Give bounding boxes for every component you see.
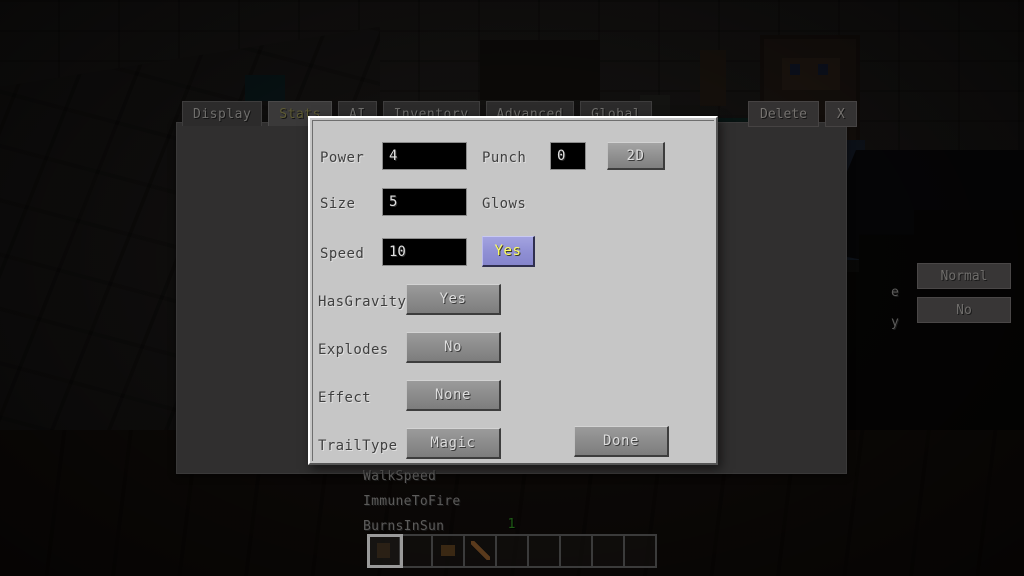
window-actions[interactable]: Delete X: [748, 101, 857, 127]
hotbar-slot[interactable]: [561, 536, 593, 566]
panel-right-column: e y Normal No: [891, 263, 1015, 331]
partial-label-y: y: [891, 315, 899, 330]
delete-button[interactable]: Delete: [748, 101, 819, 127]
hasgravity-toggle-button[interactable]: Yes: [406, 284, 501, 315]
done-button[interactable]: Done: [574, 426, 669, 457]
partial-label-e: e: [891, 285, 899, 300]
explodes-label: Explodes: [318, 342, 389, 358]
tab-display[interactable]: Display: [182, 101, 263, 126]
trailtype-select-button[interactable]: Magic: [406, 428, 501, 459]
respawn-toggle-button[interactable]: No: [917, 297, 1011, 323]
experience-level: 1: [507, 517, 517, 532]
glows-toggle-button[interactable]: Yes: [482, 236, 535, 267]
trailtype-label: TrailType: [318, 438, 398, 454]
power-input[interactable]: 4: [382, 142, 467, 170]
dialog-inner-border: [312, 120, 714, 461]
hasgravity-label: HasGravity: [318, 294, 407, 310]
hotbar-slot[interactable]: [367, 534, 403, 568]
hotbar-slot[interactable]: [593, 536, 625, 566]
effect-label: Effect: [318, 390, 371, 406]
punch-input[interactable]: 0: [550, 142, 586, 170]
hotbar-slot[interactable]: [497, 536, 529, 566]
stat-label: BurnsInSun: [363, 519, 445, 534]
punch-label: Punch: [482, 150, 527, 166]
size-label: Size: [320, 196, 356, 212]
hotbar-item-icon: [441, 545, 455, 556]
size-input[interactable]: 5: [382, 188, 467, 216]
stat-label: WalkSpeed: [363, 469, 437, 484]
stat-label: ImmuneToFire: [363, 494, 461, 509]
effect-select-button[interactable]: None: [406, 380, 501, 411]
power-label: Power: [320, 150, 365, 166]
hotbar-slot[interactable]: [625, 536, 655, 566]
explodes-toggle-button[interactable]: No: [406, 332, 501, 363]
speed-input[interactable]: 10: [382, 238, 467, 266]
game-screen: 1 Health Respawn MeleeOptions RangedOpti…: [0, 0, 1024, 576]
dimension-2d-button[interactable]: 2D: [607, 142, 665, 170]
projectile-options-dialog: Power 4 Punch 0 2D Size 5 Glows Speed 10…: [308, 116, 718, 465]
glows-label: Glows: [482, 196, 527, 212]
speed-label: Speed: [320, 246, 365, 262]
respawn-mode-button[interactable]: Normal: [917, 263, 1011, 289]
hotbar-item-icon: [377, 543, 390, 558]
close-button[interactable]: X: [824, 101, 857, 127]
hotbar-slot[interactable]: [529, 536, 561, 566]
